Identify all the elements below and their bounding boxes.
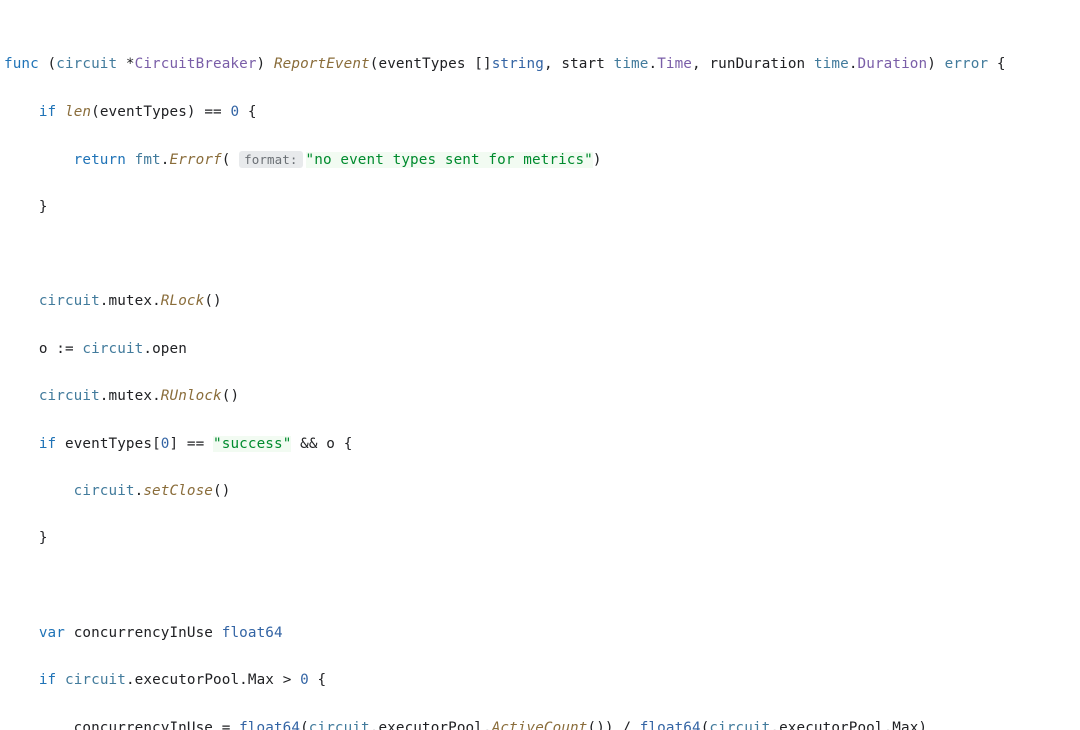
code-line[interactable] [4, 243, 1080, 267]
code-editor[interactable]: func (circuit *CircuitBreaker) ReportEve… [0, 0, 1080, 730]
code-line[interactable] [4, 575, 1080, 599]
code-line[interactable]: circuit.setClose() [4, 480, 1080, 504]
code-line[interactable]: if len(eventTypes) == 0 { [4, 101, 1080, 125]
code-line[interactable]: } [4, 196, 1080, 220]
code-line[interactable]: if circuit.executorPool.Max > 0 { [4, 669, 1080, 693]
code-line[interactable]: o := circuit.open [4, 338, 1080, 362]
code-line[interactable]: func (circuit *CircuitBreaker) ReportEve… [4, 53, 1080, 77]
inlay-hint: format: [239, 151, 302, 168]
code-line[interactable]: circuit.mutex.RUnlock() [4, 385, 1080, 409]
code-line[interactable]: if eventTypes[0] == "success" && o { [4, 433, 1080, 457]
code-line[interactable]: return fmt.Errorf( format:"no event type… [4, 148, 1080, 172]
code-line[interactable]: var concurrencyInUse float64 [4, 622, 1080, 646]
code-content[interactable]: func (circuit *CircuitBreaker) ReportEve… [4, 6, 1080, 730]
code-line[interactable]: } [4, 527, 1080, 551]
code-line[interactable]: circuit.mutex.RLock() [4, 290, 1080, 314]
code-line[interactable]: concurrencyInUse = float64(circuit.execu… [4, 717, 1080, 730]
